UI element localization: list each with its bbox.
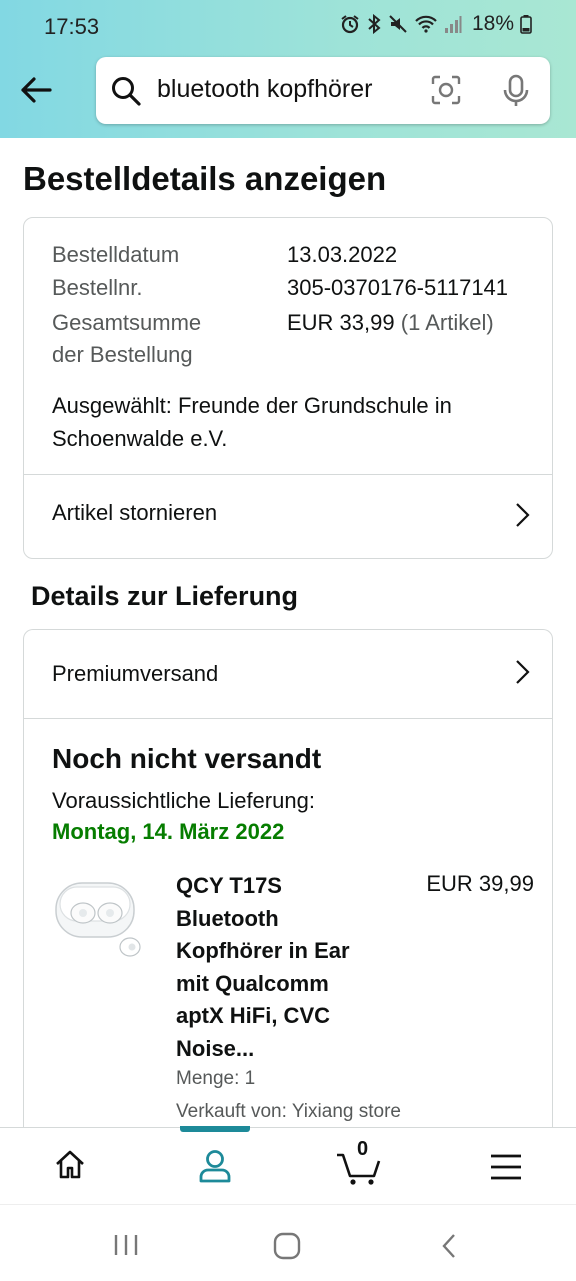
shipping-method-label: Premiumversand	[52, 661, 219, 686]
shipping-method-row[interactable]: Premiumversand	[24, 630, 552, 718]
order-total-value: EUR 33,99 (1 Artikel)	[287, 307, 494, 339]
back-nav-icon[interactable]	[440, 1233, 458, 1259]
delivery-section-title: Details zur Lieferung	[31, 581, 299, 611]
product-title-line: aptX HiFi, CVC	[176, 1003, 331, 1028]
order-number-row: Bestellnr. 305-0370176-5117141	[52, 275, 508, 301]
status-time: 17:53	[44, 14, 100, 39]
order-total-amount: EUR 33,99	[287, 310, 395, 335]
order-summary-card: Bestelldatum 13.03.2022 Bestellnr. 305-0…	[23, 217, 553, 559]
order-total-label-1: Gesamtsumme	[52, 310, 202, 335]
wifi-icon	[415, 15, 437, 33]
alarm-icon	[341, 15, 359, 34]
order-date-value: 13.03.2022	[287, 242, 398, 267]
status-icons: 18%	[340, 12, 532, 36]
page-title: Bestelldetails anzeigen	[23, 160, 387, 197]
product-title[interactable]: QCY T17S Bluetooth Kopfhörer in Ear mit …	[176, 870, 386, 1065]
cancel-items-label: Artikel stornieren	[52, 500, 218, 525]
shipment-status: Noch nicht versandt	[52, 743, 322, 774]
selected-charity-line-2: Schoenwalde e.V.	[52, 425, 228, 451]
product-title-line: Bluetooth	[176, 905, 279, 931]
microphone-icon[interactable]	[502, 74, 530, 108]
recent-apps-icon[interactable]	[113, 1233, 139, 1257]
divider	[24, 718, 552, 719]
chevron-right-icon	[516, 503, 530, 527]
order-total-items: (1 Artikel)	[400, 310, 494, 335]
signal-icon	[444, 16, 462, 33]
product-title-line: Kopfhörer in Ear	[176, 938, 350, 963]
product-image[interactable]	[52, 875, 148, 965]
cart-count: 0	[357, 1138, 369, 1160]
order-date-row: Bestelldatum 13.03.2022	[52, 242, 397, 268]
app-header: 17:53 18% bluetooth kopfhörer	[0, 0, 576, 138]
selected-charity-line-1: Ausgewählt: Freunde der Grundschule in	[52, 393, 452, 418]
account-icon[interactable]	[197, 1148, 233, 1184]
product-title-line: Noise...	[176, 1035, 255, 1061]
battery-percent: 18%	[471, 12, 514, 35]
bottom-navigation: 0	[0, 1126, 576, 1205]
search-bar[interactable]: bluetooth kopfhörer	[96, 57, 550, 124]
home-icon[interactable]	[53, 1148, 87, 1182]
system-navigation-bar	[0, 1204, 576, 1281]
product-seller: Verkauft von: Yixiang store	[176, 1101, 401, 1122]
order-number-value: 305-0370176-5117141	[287, 275, 509, 300]
home-button-icon[interactable]	[273, 1232, 301, 1260]
product-quantity: Menge: 1	[176, 1068, 256, 1089]
eta-date: Montag, 14. März 2022	[52, 819, 285, 844]
search-icon	[112, 77, 141, 106]
order-date-label: Bestelldatum	[52, 242, 180, 267]
product-title-line: QCY T17S	[176, 873, 282, 898]
product-price: EUR 39,99	[426, 871, 534, 896]
chevron-right-icon	[516, 660, 530, 684]
cancel-items-button[interactable]: Artikel stornieren	[24, 475, 552, 557]
search-input[interactable]: bluetooth kopfhörer	[157, 75, 372, 104]
order-total-row: Gesamtsumme der Bestellung EUR 33,99 (1 …	[52, 307, 494, 371]
back-button[interactable]	[16, 70, 56, 110]
battery-icon	[520, 15, 532, 34]
status-bar: 17:53 18%	[0, 0, 576, 52]
menu-icon[interactable]	[490, 1153, 522, 1181]
eta-label: Voraussichtliche Lieferung:	[52, 788, 315, 813]
arrow-left-icon	[21, 77, 52, 103]
order-number-label: Bestellnr.	[52, 275, 143, 300]
product-title-line: mit Qualcomm	[176, 970, 329, 996]
selected-charity: Ausgewählt: Freunde der Grundschule in S…	[52, 390, 452, 455]
mute-icon	[389, 15, 407, 33]
order-total-label-2: der Bestellung	[52, 342, 193, 367]
delivery-card: Premiumversand Noch nicht versandt Vorau…	[23, 629, 553, 1150]
active-tab-indicator	[180, 1126, 250, 1132]
bluetooth-icon	[368, 14, 381, 34]
camera-scan-icon[interactable]	[430, 74, 462, 106]
